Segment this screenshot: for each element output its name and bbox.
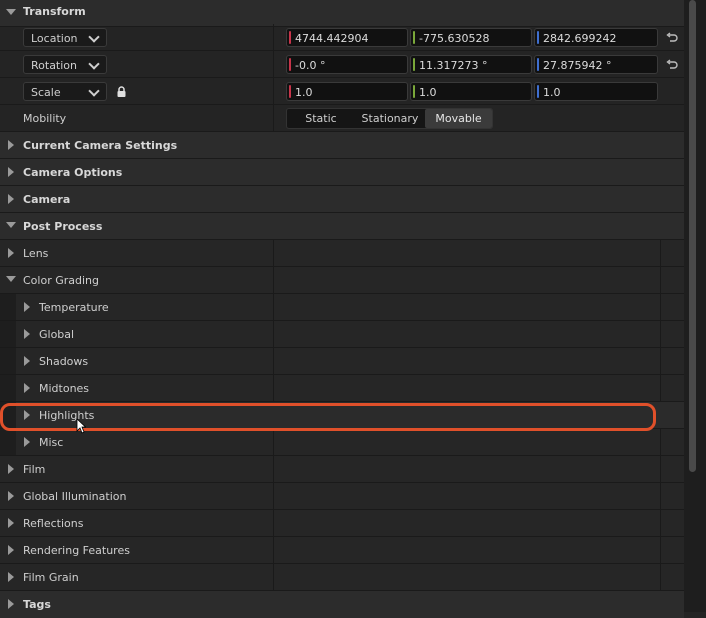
location-y-field[interactable]: -775.630528: [410, 28, 532, 47]
expand-arrow-icon[interactable]: [8, 167, 14, 177]
scale-x-field[interactable]: 1.0: [286, 82, 408, 101]
expand-arrow-icon[interactable]: [24, 356, 30, 366]
mobility-row: Mobility Static Stationary Movable: [0, 105, 684, 132]
scale-row: Scale 1.0 1.0 1.0: [0, 78, 684, 105]
location-row: Location 4744.442904 -775.630528 2842.69…: [0, 24, 684, 51]
expand-arrow-icon[interactable]: [24, 302, 30, 312]
category-label: Reflections: [23, 517, 84, 530]
mobility-static-option[interactable]: Static: [287, 109, 355, 128]
global-subcategory[interactable]: Global: [0, 321, 684, 348]
collapse-arrow-icon[interactable]: [6, 9, 16, 15]
expand-arrow-icon[interactable]: [8, 248, 14, 258]
film-grain-category[interactable]: Film Grain: [0, 564, 684, 591]
details-panel: Transform Location 4744.442904 -775.6305…: [0, 0, 684, 618]
subcategory-label: Shadows: [39, 355, 89, 368]
chevron-down-icon: [88, 31, 100, 43]
expand-arrow-icon[interactable]: [8, 545, 14, 555]
misc-subcategory[interactable]: Misc: [0, 429, 684, 456]
global-illumination-category[interactable]: Global Illumination: [0, 483, 684, 510]
expand-arrow-icon[interactable]: [8, 572, 14, 582]
subcategory-label: Midtones: [39, 382, 90, 395]
camera-options-header[interactable]: Camera Options: [0, 159, 684, 186]
expand-arrow-icon[interactable]: [8, 599, 14, 609]
scrollbar-thumb[interactable]: [689, 0, 696, 472]
film-category[interactable]: Film: [0, 456, 684, 483]
collapse-arrow-icon[interactable]: [6, 222, 16, 228]
expand-arrow-icon[interactable]: [8, 194, 14, 204]
category-label: Rendering Features: [23, 544, 130, 557]
lens-category[interactable]: Lens: [0, 240, 684, 267]
expand-arrow-icon[interactable]: [24, 437, 30, 447]
location-x-field[interactable]: 4744.442904: [286, 28, 408, 47]
post-process-header[interactable]: Post Process: [0, 213, 684, 240]
rendering-features-category[interactable]: Rendering Features: [0, 537, 684, 564]
chevron-down-icon: [88, 85, 100, 97]
category-label: Film: [23, 463, 46, 476]
subcategory-label: Temperature: [39, 301, 109, 314]
mobility-movable-option[interactable]: Movable: [425, 109, 492, 128]
rotation-row: Rotation -0.0 ° 11.317273 ° 27.875942 °: [0, 51, 684, 78]
section-title: Current Camera Settings: [23, 139, 178, 152]
mobility-stationary-option[interactable]: Stationary: [355, 109, 425, 128]
category-label: Film Grain: [23, 571, 79, 584]
location-dropdown[interactable]: Location: [23, 28, 107, 47]
expand-arrow-icon[interactable]: [8, 140, 14, 150]
reflections-category[interactable]: Reflections: [0, 510, 684, 537]
rotation-z-field[interactable]: 27.875942 °: [534, 55, 658, 74]
tags-header[interactable]: Tags: [0, 591, 684, 618]
category-label: Lens: [23, 247, 49, 260]
expand-arrow-icon[interactable]: [8, 518, 14, 528]
mobility-label: Mobility: [23, 112, 67, 125]
section-title: Tags: [23, 598, 51, 611]
scale-y-field[interactable]: 1.0: [410, 82, 532, 101]
rotation-label: Rotation: [31, 59, 78, 72]
transform-title: Transform: [23, 5, 86, 18]
lock-icon[interactable]: [116, 86, 127, 98]
reset-arrow-icon[interactable]: [666, 59, 678, 71]
section-title: Camera: [23, 193, 71, 206]
scale-label: Scale: [31, 86, 61, 99]
scale-dropdown[interactable]: Scale: [23, 82, 107, 101]
vertical-scrollbar[interactable]: [684, 0, 706, 612]
expand-arrow-icon[interactable]: [8, 464, 14, 474]
highlights-subcategory[interactable]: Highlights: [0, 402, 684, 429]
color-grading-category[interactable]: Color Grading: [0, 267, 684, 294]
reset-arrow-icon[interactable]: [666, 32, 678, 44]
rotation-y-field[interactable]: 11.317273 °: [410, 55, 532, 74]
location-label: Location: [31, 32, 78, 45]
camera-header[interactable]: Camera: [0, 186, 684, 213]
expand-arrow-icon[interactable]: [24, 410, 30, 420]
mobility-segmented-control: Static Stationary Movable: [286, 108, 493, 129]
location-z-field[interactable]: 2842.699242: [534, 28, 658, 47]
expand-arrow-icon[interactable]: [8, 491, 14, 501]
subcategory-label: Global: [39, 328, 75, 341]
expand-arrow-icon[interactable]: [24, 329, 30, 339]
current-camera-settings-header[interactable]: Current Camera Settings: [0, 132, 684, 159]
section-title: Camera Options: [23, 166, 123, 179]
subcategory-label: Highlights: [39, 409, 95, 422]
category-label: Color Grading: [23, 274, 99, 287]
subcategory-label: Misc: [39, 436, 64, 449]
mouse-cursor-icon: [76, 418, 86, 434]
shadows-subcategory[interactable]: Shadows: [0, 348, 684, 375]
rotation-dropdown[interactable]: Rotation: [23, 55, 107, 74]
temperature-subcategory[interactable]: Temperature: [0, 294, 684, 321]
chevron-down-icon: [88, 58, 100, 70]
expand-arrow-icon[interactable]: [24, 383, 30, 393]
scale-z-field[interactable]: 1.0: [534, 82, 658, 101]
collapse-arrow-icon[interactable]: [6, 276, 16, 282]
rotation-x-field[interactable]: -0.0 °: [286, 55, 408, 74]
midtones-subcategory[interactable]: Midtones: [0, 375, 684, 402]
section-title: Post Process: [23, 220, 103, 233]
category-label: Global Illumination: [23, 490, 127, 503]
transform-section-header[interactable]: Transform: [0, 0, 684, 27]
